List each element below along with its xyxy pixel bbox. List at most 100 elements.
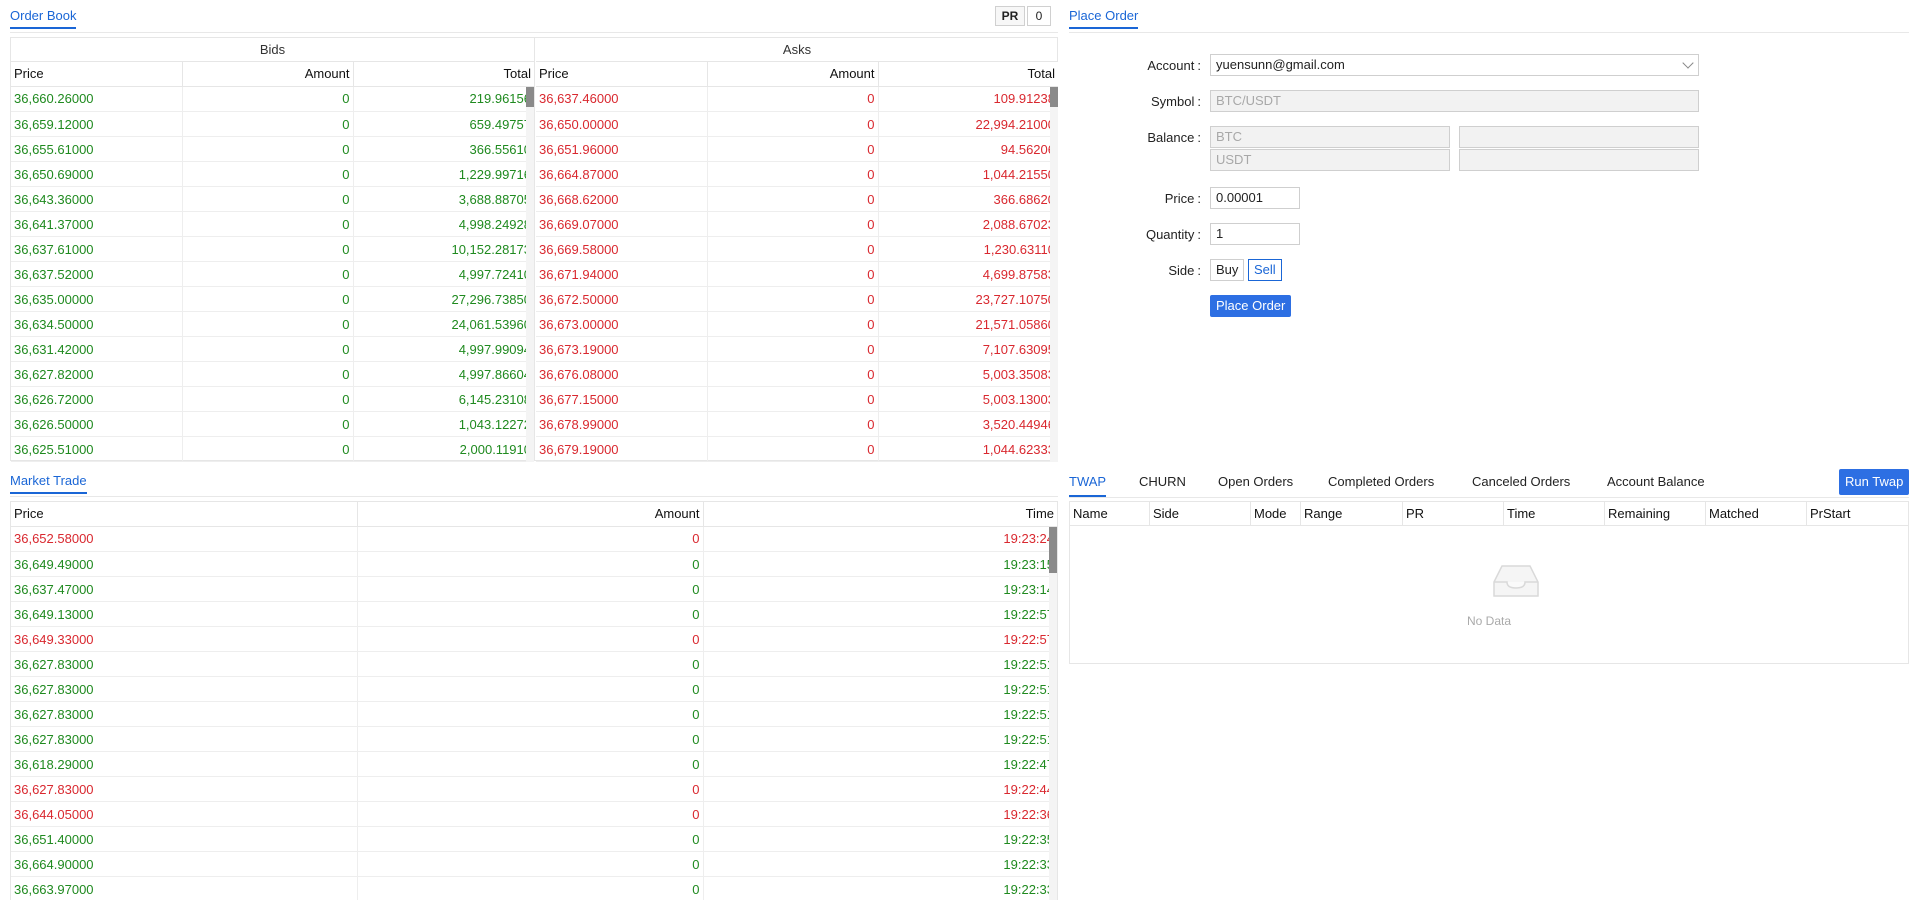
trade-price-cell: 36,649.49000 xyxy=(11,551,358,577)
bid-row[interactable]: 36,631.42000 0 4,997.99094 xyxy=(11,336,534,362)
ask-row[interactable]: 36,672.50000 0 23,727.10750 xyxy=(536,286,1058,312)
ask-row[interactable]: 36,637.46000 0 109.91238 xyxy=(536,86,1058,112)
market-trade-table: 36,652.58000 0 19:23:24 36,649.49000 0 19:23:… xyxy=(11,526,1057,900)
bid-row[interactable]: 36,626.50000 0 1,043.12272 xyxy=(11,411,534,437)
bid-row[interactable]: 36,635.00000 0 27,296.73850 xyxy=(11,286,534,312)
bid-price-cell: 36,659.12000 xyxy=(11,111,183,137)
trade-row[interactable]: 36,651.40000 0 19:22:35 xyxy=(11,826,1057,852)
tab-open-orders[interactable]: Open Orders xyxy=(1218,472,1293,492)
ask-row[interactable]: 36,673.19000 0 7,107.63095 xyxy=(536,336,1058,362)
bid-row[interactable]: 36,659.12000 0 659.49757 xyxy=(11,111,534,137)
quantity-input[interactable]: 1 xyxy=(1210,223,1300,245)
account-select[interactable]: yuensunn@gmail.com xyxy=(1210,54,1699,76)
ask-last-cell: 22,994.21000 xyxy=(878,111,1058,137)
trade-row[interactable]: 36,627.83000 0 19:22:51 xyxy=(11,676,1057,702)
trade-last-cell: 19:23:24 xyxy=(703,526,1057,552)
market-trade-scroll[interactable]: 36,652.58000 0 19:23:24 36,649.49000 0 19:23:… xyxy=(11,526,1057,900)
bid-last-cell: 4,997.86604 xyxy=(353,361,534,387)
price-label: Price xyxy=(1069,187,1201,211)
symbol-row: Symbol BTC/USDT xyxy=(1069,90,1709,114)
tab-canceled-orders[interactable]: Canceled Orders xyxy=(1472,472,1570,492)
trade-row[interactable]: 36,664.90000 0 19:22:33 xyxy=(11,851,1057,877)
market-trade-header: Price Amount Time xyxy=(11,502,1057,527)
bids-scroll-thumb[interactable] xyxy=(526,86,534,107)
tab-account-balance[interactable]: Account Balance xyxy=(1607,472,1705,492)
ask-row[interactable]: 36,664.87000 0 1,044.21550 xyxy=(536,161,1058,187)
bid-price-cell: 36,641.37000 xyxy=(11,211,183,237)
tab-market-trade[interactable]: Market Trade xyxy=(10,473,87,494)
col-amount: Amount xyxy=(182,62,354,87)
trade-row[interactable]: 36,652.58000 0 19:23:24 xyxy=(11,526,1057,552)
bid-row[interactable]: 36,637.61000 0 10,152.28173 xyxy=(11,236,534,262)
trade-row[interactable]: 36,644.05000 0 19:22:36 xyxy=(11,801,1057,827)
ask-price-cell: 36,668.62000 xyxy=(536,186,708,212)
market-trade-scrollbar[interactable] xyxy=(1049,526,1057,900)
asks-scroll-thumb[interactable] xyxy=(1050,86,1058,107)
pr-label[interactable]: PR xyxy=(995,6,1025,26)
trade-row[interactable]: 36,627.83000 0 19:22:44 xyxy=(11,776,1057,802)
trade-amount-cell: 0 xyxy=(357,651,704,677)
bids-scrollbar[interactable] xyxy=(526,86,534,462)
pr-value[interactable]: 0 xyxy=(1027,6,1051,26)
market-trade-scroll-thumb[interactable] xyxy=(1049,526,1057,573)
trade-row[interactable]: 36,663.97000 0 19:22:33 xyxy=(11,876,1057,900)
bid-row[interactable]: 36,650.69000 0 1,229.99716 xyxy=(11,161,534,187)
bid-row[interactable]: 36,637.52000 0 4,997.72410 xyxy=(11,261,534,287)
trade-row[interactable]: 36,637.47000 0 19:23:14 xyxy=(11,576,1057,602)
trade-row[interactable]: 36,649.49000 0 19:23:15 xyxy=(11,551,1057,577)
tab-order-book[interactable]: Order Book xyxy=(10,8,77,29)
bid-row[interactable]: 36,641.37000 0 4,998.24928 xyxy=(11,211,534,237)
bid-row[interactable]: 36,625.51000 0 2,000.11910 xyxy=(11,436,534,462)
ask-amount-cell: 0 xyxy=(707,186,879,212)
ask-amount-cell: 0 xyxy=(707,136,879,162)
bid-last-cell: 6,145.23108 xyxy=(353,386,534,412)
ask-row[interactable]: 36,669.58000 0 1,230.63110 xyxy=(536,236,1058,262)
bid-row[interactable]: 36,660.26000 0 219.96156 xyxy=(11,86,534,112)
ask-row[interactable]: 36,678.99000 0 3,520.44946 xyxy=(536,411,1058,437)
bid-price-cell: 36,625.51000 xyxy=(11,436,183,462)
run-twap-button[interactable]: Run Twap xyxy=(1839,469,1910,495)
trade-row[interactable]: 36,627.83000 0 19:22:51 xyxy=(11,726,1057,752)
asks-scroll[interactable]: 36,637.46000 0 109.91238 36,650.00000 0 22,99… xyxy=(536,86,1058,462)
side-buy-button[interactable]: Buy xyxy=(1210,259,1245,281)
trade-amount-cell: 0 xyxy=(357,876,704,900)
ask-row[interactable]: 36,679.19000 0 1,044.62333 xyxy=(536,436,1058,462)
trade-amount-cell: 0 xyxy=(357,576,704,602)
ask-row[interactable]: 36,671.94000 0 4,699.87583 xyxy=(536,261,1058,287)
ask-row[interactable]: 36,668.62000 0 366.68620 xyxy=(536,186,1058,212)
trade-price-cell: 36,664.90000 xyxy=(11,851,358,877)
ask-row[interactable]: 36,677.15000 0 5,003.13003 xyxy=(536,386,1058,412)
bid-row[interactable]: 36,643.36000 0 3,688.88705 xyxy=(11,186,534,212)
price-input[interactable]: 0.00001 xyxy=(1210,187,1300,209)
bids-scroll[interactable]: 36,660.26000 0 219.96156 36,659.12000 0 659.4… xyxy=(11,86,534,462)
tab-completed-orders[interactable]: Completed Orders xyxy=(1328,472,1434,492)
trade-row[interactable]: 36,618.29000 0 19:22:47 xyxy=(11,751,1057,777)
ask-last-cell: 366.68620 xyxy=(878,186,1058,212)
side-sell-button[interactable]: Sell xyxy=(1248,259,1282,281)
bid-row[interactable]: 36,626.72000 0 6,145.23108 xyxy=(11,386,534,412)
bid-row[interactable]: 36,655.61000 0 366.55610 xyxy=(11,136,534,162)
ask-row[interactable]: 36,651.96000 0 94.56206 xyxy=(536,136,1058,162)
bids-header: Price Amount Total xyxy=(11,62,534,87)
ask-row[interactable]: 36,673.00000 0 21,571.05860 xyxy=(536,311,1058,337)
tab-twap[interactable]: TWAP xyxy=(1069,472,1107,497)
tab-place-order[interactable]: Place Order xyxy=(1069,8,1139,29)
trade-row[interactable]: 36,649.13000 0 19:22:57 xyxy=(11,601,1057,627)
ask-row[interactable]: 36,650.00000 0 22,994.21000 xyxy=(536,111,1058,137)
ask-price-cell: 36,669.58000 xyxy=(536,236,708,262)
tab-churn[interactable]: CHURN xyxy=(1139,472,1186,492)
trade-row[interactable]: 36,627.83000 0 19:22:51 xyxy=(11,651,1057,677)
balance-base-value xyxy=(1459,126,1699,148)
ask-row[interactable]: 36,676.08000 0 5,003.35083 xyxy=(536,361,1058,387)
ask-row[interactable]: 36,669.07000 0 2,088.67023 xyxy=(536,211,1058,237)
place-order-button[interactable]: Place Order xyxy=(1210,295,1292,317)
trade-row[interactable]: 36,649.33000 0 19:22:57 xyxy=(11,626,1057,652)
ask-amount-cell: 0 xyxy=(707,286,879,312)
trade-amount-cell: 0 xyxy=(357,751,704,777)
ask-last-cell: 94.56206 xyxy=(878,136,1058,162)
bid-row[interactable]: 36,634.50000 0 24,061.53960 xyxy=(11,311,534,337)
trade-row[interactable]: 36,627.83000 0 19:22:51 xyxy=(11,701,1057,727)
asks-scrollbar[interactable] xyxy=(1050,86,1058,462)
bid-row[interactable]: 36,627.82000 0 4,997.86604 xyxy=(11,361,534,387)
twap-table: Name Side Mode Range PR Time Remaining M… xyxy=(1069,501,1909,664)
